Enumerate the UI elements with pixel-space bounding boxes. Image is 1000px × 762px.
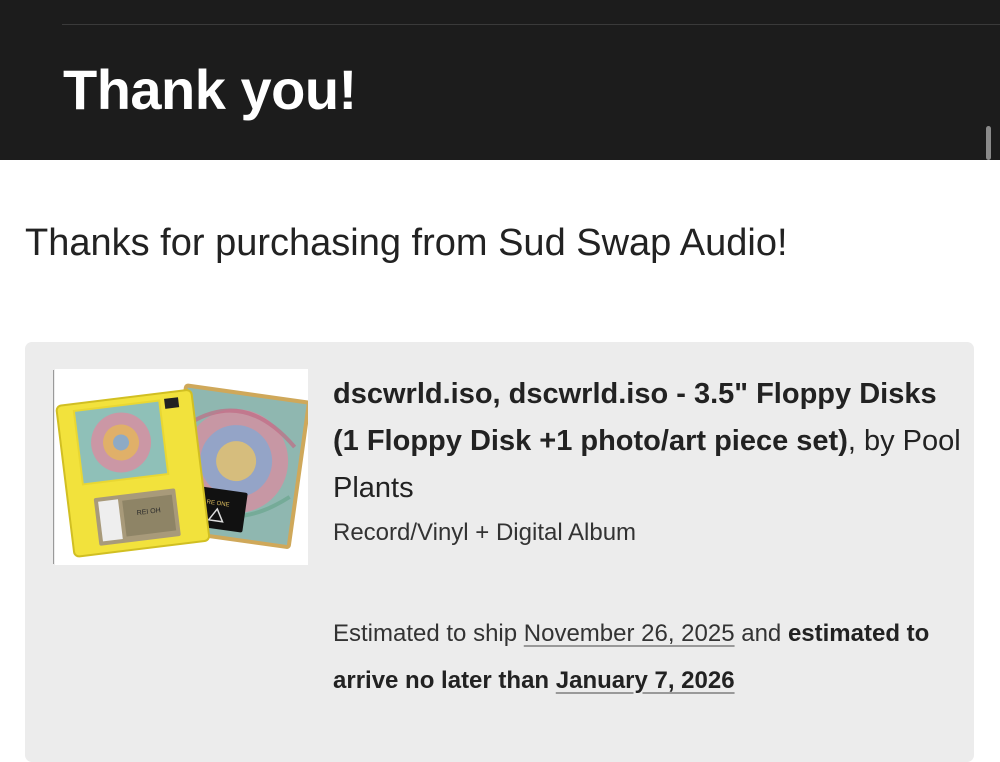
page-title: Thank you! xyxy=(63,58,357,121)
page-header: Thank you! xyxy=(0,0,1000,160)
shipping-estimate: Estimated to ship November 26, 2025 and … xyxy=(333,610,973,704)
ship-prefix: Estimated to ship xyxy=(333,620,524,647)
scrollbar-thumb[interactable] xyxy=(986,126,991,160)
header-divider xyxy=(62,24,1000,25)
ship-middle: and xyxy=(734,620,788,647)
item-name[interactable]: dscwrld.iso, dscwrld.iso - 3.5" Floppy D… xyxy=(333,378,937,457)
ship-date: November 26, 2025 xyxy=(523,620,735,647)
product-image[interactable]: RE ONE REI OH xyxy=(55,369,308,565)
thank-you-message: Thanks for purchasing from Sud Swap Audi… xyxy=(25,222,788,264)
floppy-disks-illustration: RE ONE REI OH xyxy=(55,383,308,558)
arrive-date: January 7, 2026 xyxy=(555,667,735,694)
item-title: dscwrld.iso, dscwrld.iso - 3.5" Floppy D… xyxy=(333,371,963,512)
order-item-details: dscwrld.iso, dscwrld.iso - 3.5" Floppy D… xyxy=(333,371,963,554)
item-format: Record/Vinyl + Digital Album xyxy=(333,519,637,546)
thumbnail-divider xyxy=(53,370,54,564)
